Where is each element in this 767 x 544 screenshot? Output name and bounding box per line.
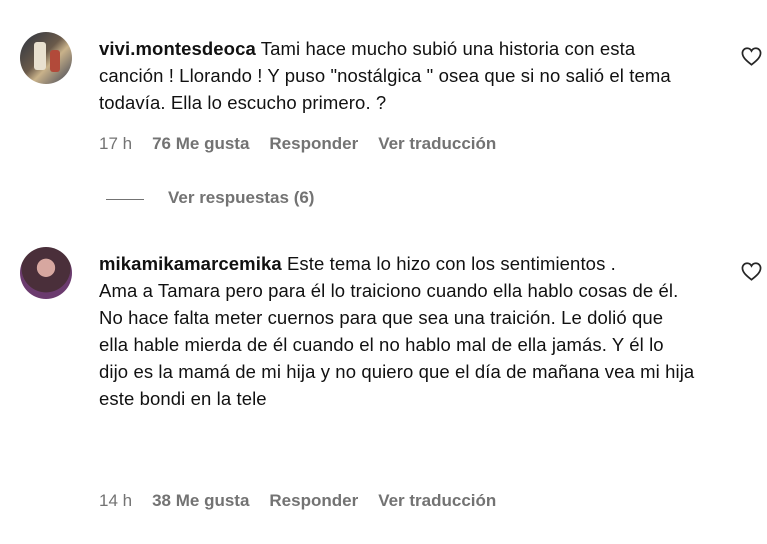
avatar[interactable] xyxy=(20,247,72,299)
translate-button[interactable]: Ver traducción xyxy=(378,134,496,154)
heart-icon[interactable] xyxy=(741,262,762,281)
comment-body: vivi.montesdeoca Tami hace mucho subió u… xyxy=(99,35,697,116)
replies-divider xyxy=(106,199,144,200)
comment-body: mikamikamarcemika Este tema lo hizo con … xyxy=(99,250,697,412)
avatar-photo-detail xyxy=(50,50,60,72)
heart-icon[interactable] xyxy=(741,47,762,66)
like-count-button[interactable]: 76 Me gusta xyxy=(152,134,249,154)
comment-time: 17 h xyxy=(99,134,133,153)
comment-text-second: Ama a Tamara pero para él lo traiciono c… xyxy=(99,280,700,409)
view-replies-label: Ver respuestas (6) xyxy=(168,188,315,207)
like-count-button[interactable]: 38 Me gusta xyxy=(152,491,249,511)
avatar[interactable] xyxy=(20,32,72,84)
comment-time: 14 h xyxy=(99,491,133,510)
avatar-photo-icon xyxy=(34,42,46,70)
comment-text-first: Este tema lo hizo con los sentimientos . xyxy=(286,253,616,274)
reply-button[interactable]: Responder xyxy=(269,134,358,154)
reply-button[interactable]: Responder xyxy=(269,491,358,511)
comment-meta: 14 h 38 Me gusta Responder Ver traducció… xyxy=(99,491,516,511)
translate-button[interactable]: Ver traducción xyxy=(378,491,496,511)
comment-username[interactable]: vivi.montesdeoca xyxy=(99,38,256,59)
comment-meta: 17 h 76 Me gusta Responder Ver traducció… xyxy=(99,134,516,154)
comment-username[interactable]: mikamikamarcemika xyxy=(99,253,282,274)
